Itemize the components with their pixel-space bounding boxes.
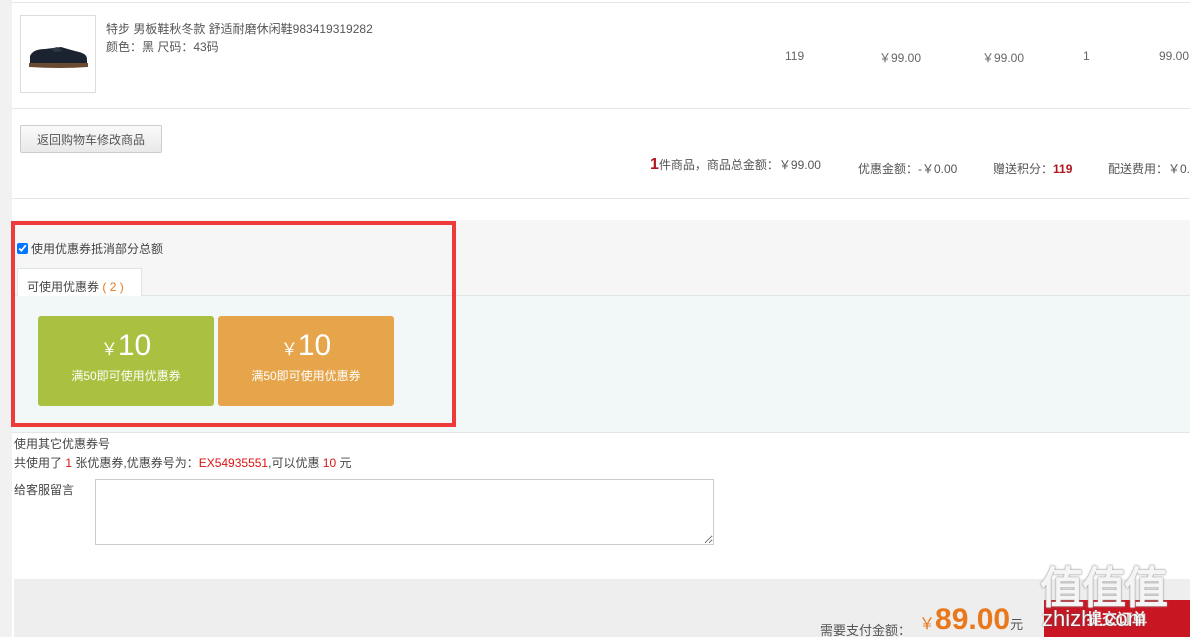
annotation-highlight-box [11, 221, 456, 427]
pay-amount: ￥89.00元 [919, 602, 1023, 637]
product-thumbnail[interactable] [20, 15, 96, 93]
product-qty: 1 [1083, 49, 1090, 63]
product-name[interactable]: 特步 男板鞋秋冬款 舒适耐磨休闲鞋983419319282 [106, 20, 373, 37]
product-subtotal: 99.00 [1159, 49, 1190, 63]
summary-points-label: 赠送积分： [993, 162, 1054, 176]
summary-discount: 优惠金额：-￥0.00 [858, 162, 958, 176]
text: 元 [336, 456, 352, 470]
other-coupon-title[interactable]: 使用其它优惠券号 [14, 435, 110, 452]
pay-label: 需要支付金额： [820, 623, 912, 637]
pay-unit: 元 [1010, 617, 1024, 632]
summary-shipping: 配送费用：￥0.00 [1108, 162, 1190, 176]
divider [12, 198, 1190, 199]
other-coupon-desc: 共使用了 1 张优惠券,优惠券号为：EX54935551,可以优惠 10 元 [14, 454, 351, 471]
summary-points-value: 119 [1053, 162, 1073, 176]
memo-label: 给客服留言 [14, 483, 75, 497]
summary-points: 赠送积分：119 [993, 160, 1072, 177]
coupon-amount: 10 [322, 456, 337, 470]
watermark-url: zhizhi.com [1042, 606, 1146, 631]
back-to-cart-button[interactable]: 返回购物车修改商品 [20, 125, 162, 153]
shoe-image [29, 47, 88, 68]
product-price: ￥99.00 [879, 51, 922, 65]
coupon-code: EX54935551 [198, 456, 269, 470]
summary-count-text: 件商品，商品总金额：￥99.00 [658, 158, 821, 172]
memo-textarea[interactable] [95, 479, 714, 545]
pay-yen: ￥ [919, 616, 936, 633]
divider [12, 108, 1190, 109]
divider [12, 2, 1190, 3]
divider [12, 432, 1190, 433]
summary-total: 1件商品，商品总金额：￥99.00 [650, 156, 821, 174]
product-member-price: ￥99.00 [982, 51, 1025, 65]
summary-count: 1 [650, 156, 659, 173]
product-spec: 颜色：黑 尺码：43码 [106, 40, 219, 54]
text: 张优惠券,优惠券号为： [72, 456, 199, 470]
text: ,可以优惠 [268, 456, 323, 470]
text: 共使用了 [14, 456, 66, 470]
product-points: 119 [785, 49, 805, 63]
pay-value: 89.00 [935, 603, 1011, 636]
